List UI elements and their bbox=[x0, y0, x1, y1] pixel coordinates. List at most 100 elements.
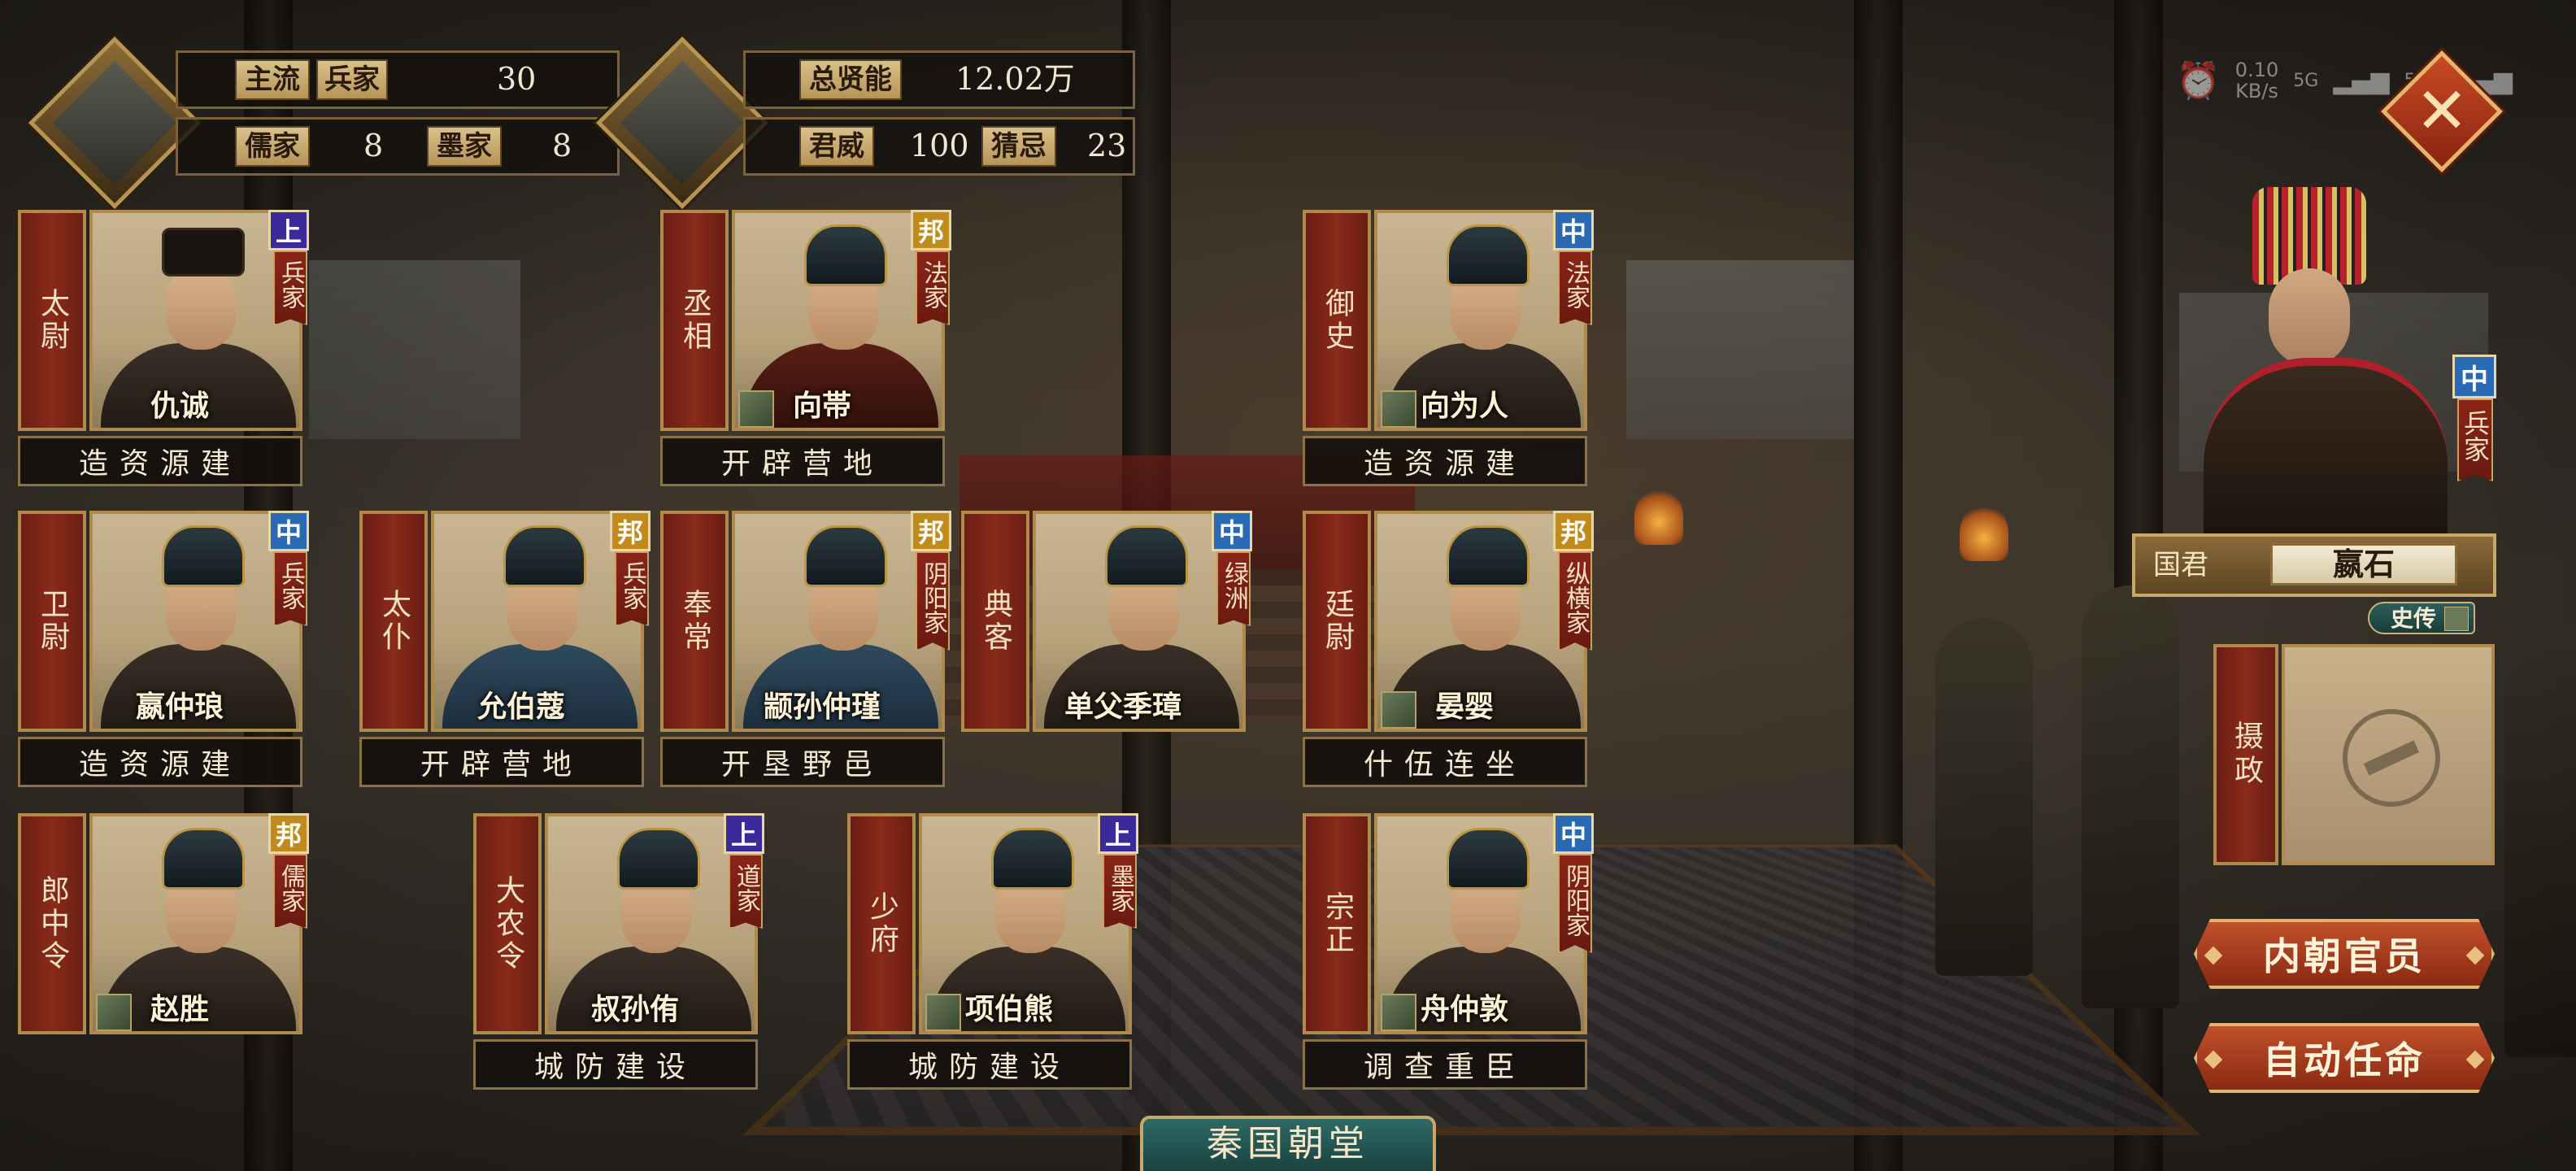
official-card[interactable]: 丞相 向帯 邦 法家 开辟营地 bbox=[660, 210, 951, 486]
assigned-task[interactable]: 城防建设 bbox=[847, 1039, 1132, 1090]
regent-label: 摄政 bbox=[2213, 644, 2278, 865]
empty-seal-icon bbox=[2343, 709, 2440, 807]
official-hat-icon bbox=[1447, 525, 1530, 587]
official-hat-icon bbox=[162, 828, 245, 890]
school-tag: 纵横家 bbox=[1558, 551, 1592, 651]
office-title: 典客 bbox=[961, 511, 1029, 732]
official-hat-icon bbox=[162, 525, 245, 587]
office-title: 丞相 bbox=[660, 210, 729, 431]
grade-badge: 邦 bbox=[911, 511, 951, 551]
school-stats-panel: 主流 兵家 30 儒家 8 墨家 8 bbox=[28, 36, 620, 210]
school-tag: 墨家 bbox=[1103, 854, 1137, 929]
signal-bars-icon: ▂▄▆ bbox=[2333, 66, 2390, 95]
qin-court-tab[interactable]: 秦国朝堂 bbox=[1140, 1116, 1436, 1171]
grade-badge: 上 bbox=[1098, 813, 1138, 854]
office-title: 御史 bbox=[1303, 210, 1371, 431]
official-hat-icon bbox=[617, 828, 700, 890]
total-talent-value: 12.02万 bbox=[955, 61, 1075, 97]
official-hat-icon bbox=[503, 525, 586, 587]
mainstream-school-row: 主流 兵家 30 bbox=[176, 50, 620, 109]
ruler-title-label: 国君 bbox=[2153, 549, 2208, 581]
official-hat-icon bbox=[991, 828, 1074, 890]
scroll-icon bbox=[1381, 691, 1416, 729]
office-title: 郎中令 bbox=[18, 813, 86, 1034]
school-tag: 兵家 bbox=[273, 551, 307, 626]
close-icon: ✕ bbox=[2415, 75, 2469, 148]
mo-school-label: 墨家 bbox=[427, 126, 502, 167]
assigned-task[interactable]: 开辟营地 bbox=[359, 737, 644, 787]
authority-value: 100 bbox=[910, 128, 969, 163]
official-hat-icon bbox=[1447, 828, 1530, 890]
assigned-task[interactable]: 造资源建 bbox=[18, 737, 302, 787]
network-speed: 0.10 KB/s bbox=[2234, 59, 2279, 102]
assigned-task[interactable]: 调查重臣 bbox=[1303, 1039, 1587, 1090]
alarm-icon: ⏰ bbox=[2176, 60, 2221, 102]
ruler-name: 嬴石 bbox=[2270, 543, 2457, 586]
grade-badge: 中 bbox=[1553, 813, 1594, 854]
official-card[interactable]: 卫尉 嬴仲琅 中 兵家 造资源建 bbox=[18, 511, 309, 787]
mainstream-school: 兵家 bbox=[316, 59, 388, 100]
official-card[interactable]: 太仆 允伯蔻 邦 兵家 开辟营地 bbox=[359, 511, 651, 787]
official-hat-icon bbox=[162, 228, 245, 276]
school-tag: 绿洲 bbox=[1216, 551, 1251, 626]
school-tag: 阴阳家 bbox=[916, 551, 950, 651]
mainstream-value: 30 bbox=[497, 61, 537, 97]
official-card[interactable]: 御史 向为人 中 法家 造资源建 bbox=[1303, 210, 1594, 486]
office-title: 太尉 bbox=[18, 210, 86, 431]
official-hat-icon bbox=[1105, 525, 1188, 587]
grade-badge: 中 bbox=[268, 511, 309, 551]
authority-label: 君威 bbox=[799, 126, 874, 167]
school-tag: 法家 bbox=[1558, 250, 1592, 325]
official-name: 仇诚 bbox=[150, 389, 209, 423]
inner-court-officials-button[interactable]: 内朝官员 bbox=[2194, 919, 2495, 989]
assigned-task[interactable]: 开辟营地 bbox=[660, 436, 945, 486]
official-name: 单父季璋 bbox=[1064, 690, 1181, 724]
auto-appoint-button[interactable]: 自动任命 bbox=[2194, 1023, 2495, 1093]
ruler-portrait[interactable] bbox=[2187, 179, 2464, 545]
office-title: 少府 bbox=[847, 813, 916, 1034]
office-title: 太仆 bbox=[359, 511, 428, 732]
total-talent-row: 总贤能 12.02万 bbox=[743, 50, 1135, 109]
office-title: 奉常 bbox=[660, 511, 729, 732]
total-talent-label: 总贤能 bbox=[799, 59, 902, 100]
ruler-school-tag: 兵家 bbox=[2457, 398, 2493, 481]
official-card[interactable]: 大农令 叔孙侑 上 道家 城防建设 bbox=[473, 813, 764, 1090]
suspicion-value: 23 bbox=[1087, 128, 1127, 163]
grade-badge: 中 bbox=[1212, 511, 1252, 551]
office-title: 宗正 bbox=[1303, 813, 1371, 1034]
assigned-task[interactable]: 造资源建 bbox=[18, 436, 302, 486]
assigned-task[interactable]: 开垦野邑 bbox=[660, 737, 945, 787]
official-name: 嬴仲琅 bbox=[135, 690, 224, 724]
office-title: 廷尉 bbox=[1303, 511, 1371, 732]
official-card[interactable]: 太尉 仇诚 上 兵家 造资源建 bbox=[18, 210, 309, 486]
ruler-grade-badge: 中 bbox=[2452, 355, 2496, 398]
assigned-task[interactable]: 造资源建 bbox=[1303, 436, 1587, 486]
ru-school-label: 儒家 bbox=[235, 126, 310, 167]
school-tag: 儒家 bbox=[273, 854, 307, 929]
office-title: 卫尉 bbox=[18, 511, 86, 732]
assigned-task[interactable]: 城防建设 bbox=[473, 1039, 758, 1090]
official-card[interactable]: 典客 单父季璋 中 绿洲 bbox=[961, 511, 1252, 787]
official-card[interactable]: 宗正 舟仲敦 中 阴阳家 调查重臣 bbox=[1303, 813, 1594, 1090]
official-name: 颛孙仲瑾 bbox=[763, 690, 881, 724]
suspicion-label: 猜忌 bbox=[981, 126, 1056, 167]
official-card[interactable]: 郎中令 赵胜 邦 儒家 bbox=[18, 813, 309, 1090]
scroll-icon bbox=[1381, 390, 1416, 428]
scroll-icon bbox=[1381, 994, 1416, 1031]
school-tag: 道家 bbox=[729, 854, 763, 929]
official-name: 叔孙侑 bbox=[590, 992, 679, 1026]
official-card[interactable]: 奉常 颛孙仲瑾 邦 阴阳家 开垦野邑 bbox=[660, 511, 951, 787]
grade-badge: 上 bbox=[268, 210, 309, 250]
school-tag: 阴阳家 bbox=[1558, 854, 1592, 953]
official-card[interactable]: 少府 项伯熊 上 墨家 城防建设 bbox=[847, 813, 1138, 1090]
regent-slot[interactable]: 摄政 bbox=[2213, 644, 2495, 865]
empty-regent-slot[interactable] bbox=[2282, 644, 2495, 865]
official-card[interactable]: 廷尉 晏婴 邦 纵横家 什伍连坐 bbox=[1303, 511, 1594, 787]
assigned-task[interactable]: 什伍连坐 bbox=[1303, 737, 1587, 787]
grade-badge: 邦 bbox=[1553, 511, 1594, 551]
grade-badge: 邦 bbox=[610, 511, 651, 551]
history-button[interactable]: 史传 bbox=[2368, 602, 2475, 634]
signal-5g: 5G bbox=[2293, 70, 2319, 91]
school-tag: 兵家 bbox=[615, 551, 649, 626]
official-hat-icon bbox=[804, 224, 887, 286]
